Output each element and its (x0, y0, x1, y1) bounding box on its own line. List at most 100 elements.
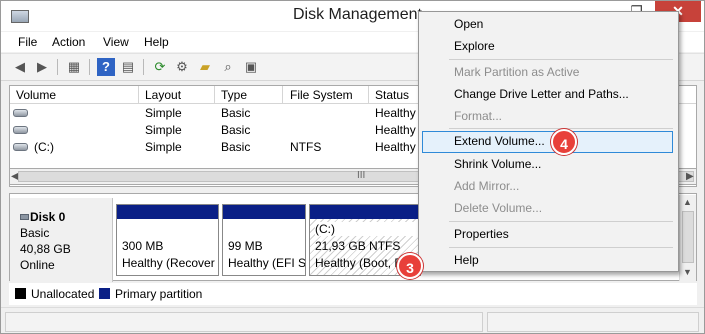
column-header-status[interactable]: Status (375, 88, 409, 102)
legend-primary-partition: Primary partition (115, 287, 203, 301)
column-divider (138, 86, 139, 104)
primary-partition-bar (223, 205, 305, 219)
partition-size: 300 MB (122, 239, 164, 253)
menu-item-label: Extend Volume... (454, 134, 545, 148)
window-title: Disk Management (293, 6, 422, 23)
unallocated-swatch (15, 288, 26, 299)
menu-item-open[interactable]: Open (420, 14, 677, 36)
partition-size: 21,93 GB NTFS (315, 239, 401, 253)
menu-item-delete-volume: Delete Volume... (420, 198, 677, 220)
column-header-volume[interactable]: Volume (16, 88, 56, 102)
menu-item-help[interactable]: Help (420, 250, 677, 272)
column-header-layout[interactable]: Layout (145, 88, 181, 102)
toolbar-separator (57, 59, 58, 75)
rescan-disks-icon[interactable]: ⚙ (173, 58, 191, 76)
partition-efi[interactable]: 99 MB Healthy (EFI S (222, 204, 306, 276)
menu-item-shrink-volume[interactable]: Shrink Volume... (420, 154, 677, 176)
scroll-right-icon[interactable]: ▶ (686, 169, 694, 184)
partition-label: (C:) (315, 222, 420, 236)
volume-layout: Simple (145, 123, 182, 137)
menu-item-label: Change Drive Letter and Paths... (454, 87, 629, 101)
menu-item-label: Mark Partition as Active (454, 65, 580, 79)
disk-icon (20, 214, 29, 220)
context-menu: Open Explore Mark Partition as Active Ch… (418, 11, 679, 272)
drive-icon (13, 126, 28, 134)
disk-type: Basic (20, 226, 50, 240)
status-bar (1, 307, 704, 333)
menu-item-label: Format... (454, 109, 503, 123)
partition-recovery[interactable]: 300 MB Healthy (Recover (116, 204, 219, 276)
menu-item-label: Properties (454, 227, 509, 241)
legend: Unallocated Primary partition (9, 283, 697, 305)
menu-item-label: Open (454, 17, 484, 31)
refresh-icon[interactable]: ⟳ (151, 58, 169, 76)
menu-separator (449, 221, 673, 222)
primary-partition-swatch (99, 288, 110, 299)
column-divider (214, 86, 215, 104)
menu-separator (449, 59, 673, 60)
toolbar-separator (143, 59, 144, 75)
volume-name: (C:) (34, 140, 54, 154)
step-4-badge: 4 (551, 129, 577, 155)
column-header-type[interactable]: Type (221, 88, 247, 102)
step-3-badge: 3 (397, 253, 423, 279)
volume-type: Basic (221, 106, 251, 120)
volume-layout: Simple (145, 140, 182, 154)
column-header-file-system[interactable]: File System (290, 88, 353, 102)
menu-item-label: Help (454, 253, 479, 267)
drive-icon (13, 143, 28, 151)
menu-file[interactable]: File (18, 35, 37, 49)
menu-item-add-mirror: Add Mirror... (420, 176, 677, 198)
volume-status: Healthy (375, 140, 416, 154)
toolbar-separator (89, 59, 90, 75)
column-divider (282, 86, 283, 104)
status-pane (5, 312, 483, 332)
disk-name: Disk 0 (30, 210, 66, 224)
disk-0-info[interactable]: Disk 0 Basic 40,88 GB Online (10, 198, 113, 282)
menu-item-label: Add Mirror... (454, 179, 520, 193)
legend-unallocated: Unallocated (31, 287, 95, 301)
menu-item-extend-volume[interactable]: Extend Volume... (422, 131, 673, 153)
volume-type: Basic (221, 140, 251, 154)
vertical-scroll-thumb[interactable] (682, 211, 694, 263)
menu-item-mark-partition-active: Mark Partition as Active (420, 62, 677, 84)
drive-icon (13, 109, 28, 117)
volume-status: Healthy (375, 123, 416, 137)
search-icon[interactable]: ⌕ (219, 58, 237, 76)
vertical-scrollbar[interactable]: ▲ ▼ (679, 195, 696, 281)
menu-separator (449, 247, 673, 248)
menu-item-label: Shrink Volume... (454, 157, 542, 171)
menu-help[interactable]: Help (144, 35, 169, 49)
open-folder-icon[interactable]: ▰ (196, 58, 214, 76)
menu-item-format: Format... (420, 106, 677, 128)
menu-item-change-drive-letter[interactable]: Change Drive Letter and Paths... (420, 84, 677, 106)
scroll-up-icon[interactable]: ▲ (683, 197, 692, 207)
menu-view[interactable]: View (103, 35, 129, 49)
menu-item-properties[interactable]: Properties (420, 224, 677, 246)
menu-item-label: Explore (454, 39, 495, 53)
console-tree-icon[interactable]: ▦ (65, 58, 83, 76)
column-divider (368, 86, 369, 104)
status-pane (487, 312, 699, 332)
list-view-icon[interactable]: ▤ (119, 58, 137, 76)
menu-item-explore[interactable]: Explore (420, 36, 677, 58)
properties-icon[interactable]: ▣ (242, 58, 260, 76)
partition-status: Healthy (Recover (122, 256, 215, 270)
disk-management-app-icon (11, 10, 29, 23)
primary-partition-bar (310, 205, 420, 219)
volume-layout: Simple (145, 106, 182, 120)
forward-arrow-icon[interactable]: ▶ (33, 58, 51, 76)
volume-type: Basic (221, 123, 251, 137)
back-arrow-icon[interactable]: ◀ (11, 58, 29, 76)
scroll-down-icon[interactable]: ▼ (683, 267, 692, 277)
partition-size: 99 MB (228, 239, 263, 253)
primary-partition-bar (117, 205, 218, 219)
menu-item-label: Delete Volume... (454, 201, 543, 215)
disk-size: 40,88 GB (20, 242, 71, 256)
partition-status: Healthy (EFI S (228, 256, 305, 270)
help-icon[interactable]: ? (97, 58, 115, 76)
volume-status: Healthy (375, 106, 416, 120)
volume-file-system: NTFS (290, 140, 322, 154)
menu-action[interactable]: Action (52, 35, 85, 49)
scroll-grip-icon: III (357, 170, 366, 181)
